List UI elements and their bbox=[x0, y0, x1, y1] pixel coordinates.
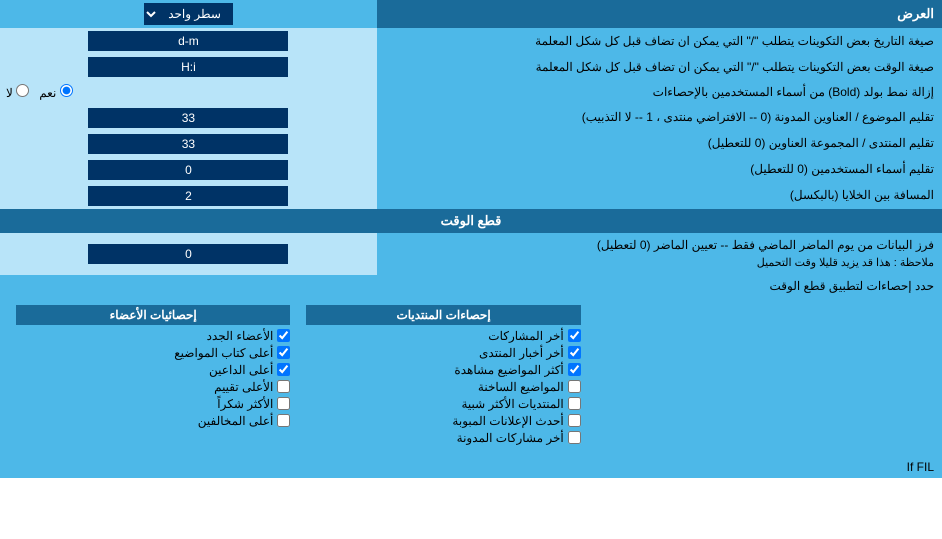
time-format-label: صيغة الوقت بعض التكوينات يتطلب "/" التي … bbox=[377, 54, 942, 80]
bold-remove-label: إزالة نمط بولد (Bold) من أسماء المستخدمي… bbox=[377, 80, 942, 105]
radio-yes-label[interactable]: نعم bbox=[39, 84, 72, 100]
cb-last-blog-posts[interactable] bbox=[568, 431, 581, 444]
stat-label-col bbox=[589, 303, 934, 450]
topic-trim-label: تقليم الموضوع / العناوين المدونة (0 -- ا… bbox=[377, 105, 942, 131]
single-line-cell[interactable]: سطر واحد bbox=[0, 0, 377, 28]
checkbox-item: أخر أخبار المنتدى bbox=[306, 346, 580, 360]
cutoff-section-title: قطع الوقت bbox=[0, 209, 942, 233]
date-format-input[interactable]: d-m bbox=[88, 31, 288, 51]
cb-top-rated[interactable] bbox=[277, 380, 290, 393]
checkbox-item: أعلى الداعين bbox=[16, 363, 290, 377]
cb-top-violations[interactable] bbox=[277, 414, 290, 427]
checkbox-item: أعلى المخالفين bbox=[16, 414, 290, 428]
cb-new-members-label: الأعضاء الجدد bbox=[207, 329, 274, 343]
checkbox-item: أحدث الإعلانات المبوبة bbox=[306, 414, 580, 428]
forum-stats-col: إحصاءات المنتديات أخر المشاركات أخر أخبا… bbox=[298, 303, 588, 450]
cb-top-inviters-label: أعلى الداعين bbox=[209, 363, 273, 377]
radio-no[interactable] bbox=[16, 84, 29, 97]
cb-most-thanks-label: الأكثر شكراً bbox=[217, 397, 273, 411]
checkbox-item: الأكثر شكراً bbox=[16, 397, 290, 411]
cb-most-viewed-label: أكثر المواضيع مشاهدة bbox=[454, 363, 563, 377]
cb-last-posts[interactable] bbox=[568, 329, 581, 342]
member-stats-header: إحصائيات الأعضاء bbox=[16, 305, 290, 325]
cell-spacing-cell[interactable]: 2 bbox=[0, 183, 377, 209]
cell-spacing-input[interactable]: 2 bbox=[88, 186, 288, 206]
cb-top-violations-label: أعلى المخالفين bbox=[198, 414, 274, 428]
if-fil-row: If FIL bbox=[0, 456, 942, 478]
cb-most-thanks[interactable] bbox=[277, 397, 290, 410]
cell-spacing-label: المسافة بين الخلايا (بالبكسل) bbox=[377, 183, 942, 209]
radio-yes[interactable] bbox=[60, 84, 73, 97]
date-format-label: صيغة التاريخ بعض التكوينات يتطلب "/" الت… bbox=[377, 28, 942, 54]
limit-label: حدد إحصاءات لتطبيق قطع الوقت bbox=[0, 275, 942, 297]
checkbox-item: أكثر المواضيع مشاهدة bbox=[306, 363, 580, 377]
single-line-select[interactable]: سطر واحد bbox=[144, 3, 233, 25]
username-trim-label: تقليم أسماء المستخدمين (0 للتعطيل) bbox=[377, 157, 942, 183]
cb-top-writers-label: أعلى كتاب المواضيع bbox=[174, 346, 273, 360]
display-label: العرض bbox=[377, 0, 942, 28]
cb-similar-forums[interactable] bbox=[568, 397, 581, 410]
cb-similar-forums-label: المنتديات الأكثر شبية bbox=[461, 397, 563, 411]
cb-top-writers[interactable] bbox=[277, 346, 290, 359]
username-trim-cell[interactable]: 0 bbox=[0, 157, 377, 183]
forum-stats-header: إحصاءات المنتديات bbox=[306, 305, 580, 325]
forum-trim-label: تقليم المنتدى / المجموعة العناوين (0 للت… bbox=[377, 131, 942, 157]
time-format-input[interactable]: H:i bbox=[88, 57, 288, 77]
member-stats-col: إحصائيات الأعضاء الأعضاء الجدد أعلى كتاب… bbox=[8, 303, 298, 450]
cb-most-viewed[interactable] bbox=[568, 363, 581, 376]
time-format-cell[interactable]: H:i bbox=[0, 54, 377, 80]
date-format-cell[interactable]: d-m bbox=[0, 28, 377, 54]
username-trim-input[interactable]: 0 bbox=[88, 160, 288, 180]
checkbox-item: المنتديات الأكثر شبية bbox=[306, 397, 580, 411]
checkbox-item: الأعضاء الجدد bbox=[16, 329, 290, 343]
radio-no-label[interactable]: لا bbox=[6, 84, 29, 100]
cutoff-days-label: فرز البيانات من يوم الماضر الماضي فقط --… bbox=[377, 233, 942, 275]
cb-hot-topics[interactable] bbox=[568, 380, 581, 393]
topic-trim-input[interactable]: 33 bbox=[88, 108, 288, 128]
forum-trim-cell[interactable]: 33 bbox=[0, 131, 377, 157]
checkbox-section: إحصاءات المنتديات أخر المشاركات أخر أخبا… bbox=[8, 303, 934, 450]
cb-last-posts-label: أخر المشاركات bbox=[488, 329, 563, 343]
cutoff-days-cell[interactable]: 0 bbox=[0, 233, 377, 275]
cb-latest-classified[interactable] bbox=[568, 414, 581, 427]
cb-last-blog-posts-label: أخر مشاركات المدونة bbox=[457, 431, 564, 445]
checkbox-item: الأعلى تقييم bbox=[16, 380, 290, 394]
cb-new-members[interactable] bbox=[277, 329, 290, 342]
checkbox-item: أخر مشاركات المدونة bbox=[306, 431, 580, 445]
cb-top-rated-label: الأعلى تقييم bbox=[214, 380, 273, 394]
cutoff-days-input[interactable]: 0 bbox=[88, 244, 288, 264]
topic-trim-cell[interactable]: 33 bbox=[0, 105, 377, 131]
checkbox-item: المواضيع الساخنة bbox=[306, 380, 580, 394]
forum-trim-input[interactable]: 33 bbox=[88, 134, 288, 154]
cb-latest-classified-label: أحدث الإعلانات المبوبة bbox=[452, 414, 563, 428]
cb-last-news[interactable] bbox=[568, 346, 581, 359]
cb-top-inviters[interactable] bbox=[277, 363, 290, 376]
cb-hot-topics-label: المواضيع الساخنة bbox=[478, 380, 564, 394]
cb-last-news-label: أخر أخبار المنتدى bbox=[479, 346, 564, 360]
checkbox-item: أخر المشاركات bbox=[306, 329, 580, 343]
checkbox-item: أعلى كتاب المواضيع bbox=[16, 346, 290, 360]
bold-remove-cell[interactable]: نعم لا bbox=[0, 80, 377, 105]
